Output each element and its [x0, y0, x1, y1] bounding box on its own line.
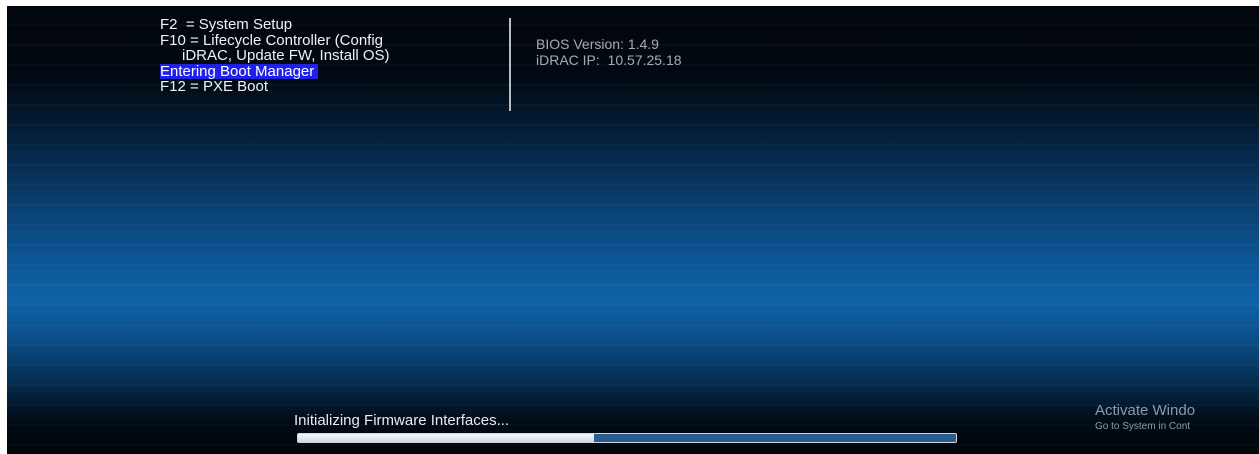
system-info: BIOS Version: 1.4.9 iDRAC IP: 10.57.25.1…	[536, 36, 682, 68]
entering-boot-manager-message: Entering Boot Manager	[160, 63, 319, 79]
progress-bar-fill	[298, 434, 595, 442]
boot-screen: F2 = System Setup F10 = Lifecycle Contro…	[7, 6, 1259, 454]
hotkey-f2: F2 = System Setup	[160, 16, 293, 33]
hotkey-f10: F10 = Lifecycle Controller (Config	[160, 31, 384, 49]
watermark-title: Activate Windo	[1095, 402, 1196, 419]
hotkey-f10-continuation: iDRAC, Update FW, Install OS)	[182, 47, 390, 64]
progress-bar	[297, 433, 957, 443]
watermark-subtitle: Go to System in Cont	[1095, 421, 1191, 432]
bios-version: BIOS Version: 1.4.9	[536, 36, 659, 52]
hotkey-f12: F12 = PXE Boot	[160, 78, 268, 95]
status-text: Initializing Firmware Interfaces...	[294, 412, 510, 429]
idrac-ip: iDRAC IP: 10.57.25.18	[536, 51, 682, 68]
activate-windows-watermark: Activate Windo Go to System in Cont	[1095, 402, 1195, 432]
hotkey-list: F2 = System Setup F10 = Lifecycle Contro…	[160, 17, 390, 95]
vertical-divider	[509, 18, 511, 111]
